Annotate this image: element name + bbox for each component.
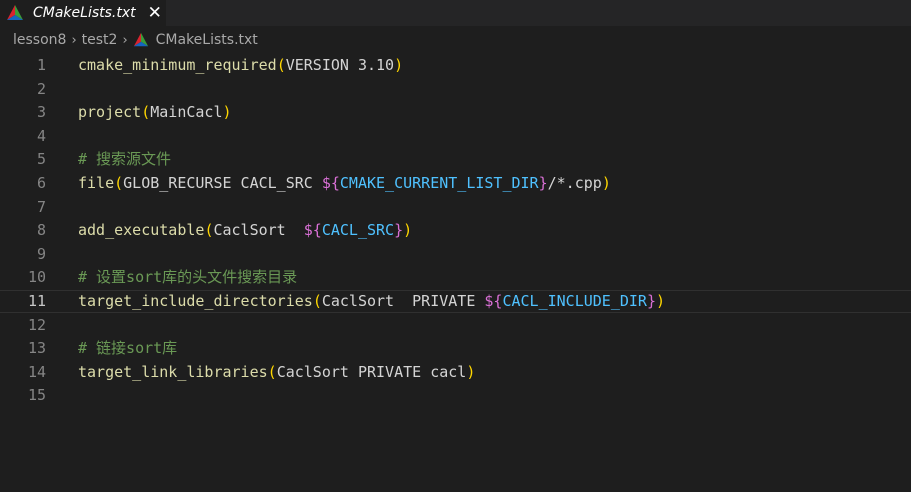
code-text: cmake_minimum_required(VERSION 3.10) xyxy=(78,54,403,77)
code-line[interactable]: 3 project(MainCacl) xyxy=(0,101,911,124)
code-token: ) xyxy=(222,103,232,122)
line-number: 3 xyxy=(36,103,46,122)
code-token: cmake_minimum_required xyxy=(78,56,277,74)
code-line[interactable]: 7 xyxy=(0,196,911,219)
line-number: 6 xyxy=(36,174,46,192)
code-token: } xyxy=(646,292,656,310)
code-token: CaclSort PRIVATE cacl xyxy=(276,362,467,381)
code-token: ) xyxy=(394,56,404,74)
code-token: CACL_SRC xyxy=(321,221,395,240)
line-number: 8 xyxy=(36,221,46,240)
code-text: file(GLOB_RECURSE CACL_SRC ${CMAKE_CURRE… xyxy=(78,172,611,195)
line-number: 7 xyxy=(36,197,46,216)
code-token: ( xyxy=(276,56,286,74)
code-line[interactable]: 2 xyxy=(0,78,911,101)
breadcrumb-item-lesson8[interactable]: lesson8 xyxy=(13,32,66,48)
tab-title: CMakeLists.txt xyxy=(33,5,136,21)
line-number: 13 xyxy=(27,339,46,358)
cmake-icon xyxy=(6,4,24,22)
code-token: ( xyxy=(312,292,322,310)
code-token: project xyxy=(78,103,142,122)
code-token: ) xyxy=(601,174,611,192)
code-token: file xyxy=(78,174,115,192)
code-line[interactable]: 11 target_include_directories(CaclSort PR… xyxy=(0,290,911,313)
code-token: ( xyxy=(267,362,277,381)
close-icon[interactable]: ✕ xyxy=(148,3,162,23)
code-token: ( xyxy=(114,174,124,192)
line-number: 10 xyxy=(27,268,46,287)
code-line[interactable]: 8 add_executable(CaclSort ${CACL_SRC}) xyxy=(0,219,911,242)
code-line[interactable]: 6 file(GLOB_RECURSE CACL_SRC ${CMAKE_CURR… xyxy=(0,172,911,195)
line-number: 12 xyxy=(27,315,46,334)
code-line[interactable]: 15 xyxy=(0,384,911,407)
line-number: 14 xyxy=(27,362,46,381)
code-token: CMAKE_CURRENT_LIST_DIR xyxy=(339,174,539,192)
line-number: 1 xyxy=(36,56,46,74)
line-number: 5 xyxy=(36,150,46,169)
code-token: ( xyxy=(141,103,151,122)
code-line[interactable]: 1 cmake_minimum_required(VERSION 3.10) xyxy=(0,54,911,77)
code-line[interactable]: 5 # 搜索源文件 xyxy=(0,148,911,171)
code-line[interactable]: 10 # 设置sort库的头文件搜索目录 xyxy=(0,266,911,289)
line-number: 2 xyxy=(36,79,46,98)
chevron-right-icon: › xyxy=(71,32,77,48)
code-token: ) xyxy=(656,292,666,310)
code-token: # 搜索源文件 xyxy=(78,150,172,169)
code-token: CaclSort xyxy=(213,221,304,240)
code-text: # 设置sort库的头文件搜索目录 xyxy=(78,266,297,289)
code-text: target_include_directories(CaclSort PRIV… xyxy=(78,290,665,313)
code-line[interactable]: 9 xyxy=(0,243,911,266)
code-line[interactable]: 14 target_link_libraries(CaclSort PRIVATE… xyxy=(0,361,911,384)
code-text: target_link_libraries(CaclSort PRIVATE c… xyxy=(78,361,475,384)
code-token: ${ xyxy=(321,174,340,192)
code-token: CACL_INCLUDE_DIR xyxy=(502,292,647,310)
code-token: # 链接sort库 xyxy=(78,339,178,358)
code-text: # 搜索源文件 xyxy=(78,148,171,171)
code-token: GLOB_RECURSE CACL_SRC xyxy=(123,174,322,192)
tab-bar: CMakeLists.txt ✕ xyxy=(0,0,911,26)
code-token: } xyxy=(538,174,548,192)
chevron-right-icon: › xyxy=(122,32,128,48)
code-token: # 设置sort库的头文件搜索目录 xyxy=(78,268,298,287)
breadcrumb-item-file[interactable]: CMakeLists.txt xyxy=(156,32,258,48)
breadcrumb: lesson8 › test2 › CMakeLists.txt xyxy=(0,26,911,54)
breadcrumb-item-test2[interactable]: test2 xyxy=(82,32,118,48)
code-token: ${ xyxy=(303,221,322,240)
code-token: } xyxy=(394,221,404,240)
code-token: target_link_libraries xyxy=(78,362,268,381)
line-number: 11 xyxy=(27,292,46,310)
code-text: add_executable(CaclSort ${CACL_SRC}) xyxy=(78,219,412,242)
code-token: ) xyxy=(403,221,413,240)
code-line[interactable]: 4 xyxy=(0,125,911,148)
code-token: CaclSort PRIVATE xyxy=(321,292,485,310)
code-token: /*.cpp xyxy=(547,174,602,192)
line-number: 15 xyxy=(27,386,46,405)
line-number: 9 xyxy=(36,244,46,263)
code-token: ) xyxy=(466,362,476,381)
code-token: ${ xyxy=(484,292,503,310)
code-text: # 链接sort库 xyxy=(78,337,177,360)
code-line[interactable]: 13 # 链接sort库 xyxy=(0,337,911,360)
code-token: MainCacl xyxy=(150,103,223,122)
code-text: project(MainCacl) xyxy=(78,101,232,124)
code-token: add_executable xyxy=(78,221,205,240)
code-line[interactable]: 12 xyxy=(0,314,911,337)
line-number: 4 xyxy=(36,126,46,145)
code-token: VERSION 3.10 xyxy=(285,56,395,74)
cmake-icon xyxy=(133,32,149,48)
code-editor[interactable]: 1 cmake_minimum_required(VERSION 3.10) 2 3 p… xyxy=(0,54,911,492)
code-token: target_include_directories xyxy=(78,292,313,310)
tab-cmakelists[interactable]: CMakeLists.txt ✕ xyxy=(0,0,166,26)
